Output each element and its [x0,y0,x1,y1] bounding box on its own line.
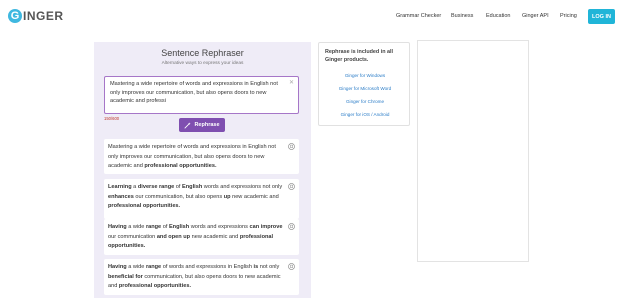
result-text: Having a wide range of English words and… [108,224,283,249]
result-card[interactable]: Learning a diverse range of English word… [104,179,299,219]
nav-grammar-checker[interactable]: Grammar Checker [396,13,441,19]
link-ginger-chrome[interactable]: Ginger for Chrome [319,99,411,104]
result-text: Having a wide range of words and express… [108,264,281,289]
rephrase-button-label: Rephrase [194,122,220,128]
link-ginger-mobile[interactable]: Ginger for iOS / Android [319,112,411,117]
copy-icon[interactable] [288,263,295,270]
nav-pricing[interactable]: Pricing [560,13,577,19]
logo-letter: G [8,9,22,23]
page-subtitle: Alternative ways to express your ideas [161,61,244,66]
result-card[interactable]: Having a wide range of words and express… [104,259,299,295]
rephrase-button[interactable]: Rephrase [179,118,225,132]
link-ginger-word[interactable]: Ginger for Microsoft Word [319,86,411,91]
result-text: Mastering a wide repertoire of words and… [108,144,276,169]
top-header: G INGER Grammar Checker Business Educati… [0,0,624,34]
products-promo: Rephrase is included in all Ginger produ… [318,42,410,126]
clear-input-icon[interactable]: ✕ [289,79,294,88]
result-card[interactable]: Having a wide range of English words and… [104,219,299,255]
sentence-input-text: Mastering a wide repertoire of words and… [110,81,278,104]
ad-placeholder [417,40,529,262]
character-counter: 150/600 [104,116,120,121]
login-button[interactable]: LOG IN [588,9,615,24]
logo-text: INGER [23,9,64,23]
page-title: Sentence Rephraser [161,48,244,58]
copy-icon[interactable] [288,143,295,150]
magic-wand-icon [184,121,192,129]
copy-icon[interactable] [288,223,295,230]
link-ginger-windows[interactable]: Ginger for Windows [319,73,411,78]
result-card[interactable]: Mastering a wide repertoire of words and… [104,139,299,174]
result-text: Learning a diverse range of English word… [108,184,283,209]
nav-ginger-api[interactable]: Ginger API [522,13,549,19]
promo-title: Rephrase is included in all Ginger produ… [325,49,394,63]
sentence-input[interactable]: Mastering a wide repertoire of words and… [104,76,299,114]
ginger-logo[interactable]: G INGER [8,8,64,24]
copy-icon[interactable] [288,183,295,190]
nav-business[interactable]: Business [451,13,473,19]
nav-education[interactable]: Education [486,13,510,19]
